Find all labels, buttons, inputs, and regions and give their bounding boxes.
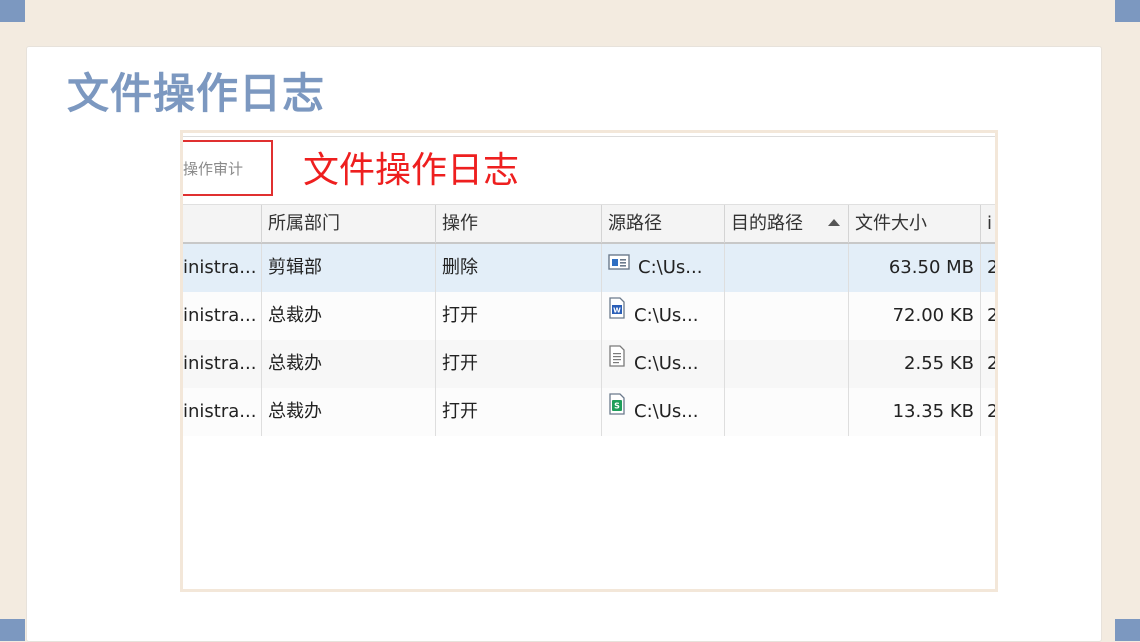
corner-decoration [1115, 619, 1140, 641]
cell-department: 总裁办 [262, 388, 436, 436]
cell-operation: 删除 [436, 244, 602, 292]
window-file-icon [608, 244, 630, 290]
column-header-operation[interactable]: 操作 [436, 205, 602, 243]
slide-panel: 文件操作日志 操作审计 文件操作日志 所属部门 操作 源路径 目的路径 文件大小… [26, 46, 1102, 642]
tab-label: 操作审计 [183, 159, 244, 178]
svg-text:S: S [614, 402, 620, 411]
source-path-text: C:\Us... [634, 305, 699, 326]
column-header-destination-label: 目的路径 [731, 213, 803, 234]
svg-text:W: W [613, 307, 621, 315]
column-header-department[interactable]: 所属部门 [262, 205, 436, 243]
text-file-icon [608, 340, 626, 386]
table-row[interactable]: inistra... 剪辑部 删除 C:\Us... 63.50 MB 2 [183, 244, 995, 292]
cell-user: inistra... [183, 388, 262, 436]
cell-destination-path [725, 244, 849, 292]
cell-user: inistra... [183, 292, 262, 340]
corner-decoration [0, 0, 25, 22]
cell-source-path: W C:\Us... [602, 292, 725, 340]
cell-file-size: 72.00 KB [849, 292, 981, 340]
cell-file-size: 2.55 KB [849, 340, 981, 388]
cell-source-path: S C:\Us... [602, 388, 725, 436]
cell-operation: 打开 [436, 340, 602, 388]
cell-time: 2 [987, 257, 998, 278]
embedded-screenshot: 操作审计 文件操作日志 所属部门 操作 源路径 目的路径 文件大小 i inis… [180, 130, 998, 592]
corner-decoration [0, 619, 25, 641]
cell-operation: 打开 [436, 388, 602, 436]
cell-destination-path [725, 388, 849, 436]
divider [183, 136, 995, 137]
column-header-file-size[interactable]: 文件大小 [849, 205, 981, 243]
tab-operation-audit[interactable]: 操作审计 [183, 140, 273, 196]
table-row[interactable]: inistra... 总裁办 打开 S C:\Us... 13.35 KB 2 [183, 388, 995, 436]
source-path-text: C:\Us... [634, 353, 699, 374]
column-header-source-path[interactable]: 源路径 [602, 205, 725, 243]
sort-ascending-icon [828, 219, 840, 226]
corner-decoration [1115, 0, 1140, 22]
source-path-text: C:\Us... [634, 401, 699, 422]
cell-destination-path [725, 292, 849, 340]
table-row[interactable]: inistra... 总裁办 打开 C:\Us... 2.55 KB 2 [183, 340, 995, 388]
table-row[interactable]: inistra... 总裁办 打开 W C:\Us... 72.00 KB 2 [183, 292, 995, 340]
annotation-label: 文件操作日志 [303, 150, 520, 191]
cell-time: 2 [987, 353, 998, 374]
cell-file-size: 13.35 KB [849, 388, 981, 436]
column-header-user[interactable] [183, 205, 262, 243]
cell-user: inistra... [183, 340, 262, 388]
cell-time: 2 [987, 305, 998, 326]
cell-source-path: C:\Us... [602, 340, 725, 388]
cell-source-path: C:\Us... [602, 244, 725, 292]
cell-department: 总裁办 [262, 292, 436, 340]
slide-title: 文件操作日志 [67, 69, 326, 118]
cell-time: 2 [987, 401, 998, 422]
column-header-destination-path[interactable]: 目的路径 [725, 205, 849, 243]
cell-operation: 打开 [436, 292, 602, 340]
source-path-text: C:\Us... [638, 257, 703, 278]
spreadsheet-icon: S [608, 388, 626, 434]
cell-department: 剪辑部 [262, 244, 436, 292]
table-header: 所属部门 操作 源路径 目的路径 文件大小 i [183, 204, 995, 244]
cell-department: 总裁办 [262, 340, 436, 388]
cell-file-size: 63.50 MB [849, 244, 981, 292]
word-doc-icon: W [608, 292, 626, 338]
cell-destination-path [725, 340, 849, 388]
column-header-time[interactable]: i [981, 205, 995, 243]
cell-user: inistra... [183, 244, 262, 292]
